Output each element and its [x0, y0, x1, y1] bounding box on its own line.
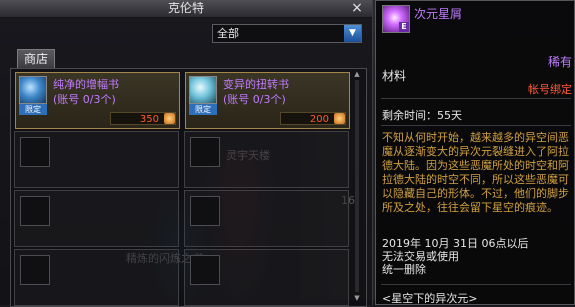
item-tooltip: E 次元星屑 稀有 材料 帐号绑定 剩余时间：55天 不知从何时开始，越来越多的… [375, 0, 575, 305]
window-title: 克伦特 [167, 1, 204, 15]
tooltip-remaining-time: 剩余时间：55天 [382, 109, 462, 122]
scroll-up-icon[interactable]: ▲ [353, 70, 361, 78]
tooltip-bind-status: 帐号绑定 [528, 83, 572, 96]
slot-box [190, 137, 220, 167]
shop-window: 克伦特 × 全部 ▼ 商店 灵宇天楼 16 精炼的闪炼之书 限定 纯净的增幅书 … [0, 0, 373, 307]
item-account-limit: (账号 0/3个) [223, 93, 286, 106]
dropdown-arrow-icon[interactable]: ▼ [344, 25, 361, 42]
item-grid-panel: 灵宇天楼 16 精炼的闪炼之书 限定 纯净的增幅书 (账号 0/3个) 350 … [10, 68, 367, 307]
stardust-icon: E [382, 5, 410, 33]
expiry-line: 2019年 10月 31日 06点以后 [382, 237, 529, 250]
item-account-limit: (账号 0/3个) [53, 93, 116, 106]
tooltip-source: <星空下的异次元> [382, 292, 478, 305]
limited-badge: 限定 [19, 104, 47, 115]
expiry-line: 无法交易或使用 [382, 250, 459, 263]
slot-box [20, 255, 50, 285]
slot-box [20, 196, 50, 226]
shop-item[interactable]: 限定 变异的扭转书 (账号 0/3个) 200 [185, 72, 350, 129]
tooltip-category: 材料 [382, 69, 407, 83]
limited-badge: 限定 [189, 104, 217, 115]
slot-box [190, 196, 220, 226]
tooltip-rarity: 稀有 [547, 55, 572, 69]
divider [381, 284, 571, 285]
amplify-book-icon [19, 76, 47, 104]
empty-item-slot[interactable] [184, 190, 349, 247]
empty-item-slot[interactable] [184, 249, 349, 306]
item-name: 变异的扭转书 [223, 78, 289, 91]
window-titlebar[interactable]: 克伦特 [0, 0, 372, 18]
slot-box [20, 137, 50, 167]
empty-item-slot[interactable] [14, 249, 179, 306]
tooltip-description: 不知从何时开始，越来越多的异空间恶魔从逐渐变大的异次元裂缝进入了阿拉德大陆。因为… [382, 131, 569, 214]
scrollbar[interactable]: ▲ ▼ [353, 70, 361, 302]
currency-icon [164, 113, 175, 124]
slot-box [190, 255, 220, 285]
scroll-down-icon[interactable]: ▼ [353, 294, 361, 302]
close-button[interactable]: × [350, 0, 364, 17]
expiry-line: 统一删除 [382, 263, 426, 276]
scroll-track[interactable] [355, 80, 359, 292]
tab-shop[interactable]: 商店 [17, 49, 55, 69]
empty-item-slot[interactable] [14, 131, 179, 188]
tooltip-item-name: 次元星屑 [414, 7, 463, 21]
currency-icon [334, 113, 345, 124]
filter-value: 全部 [217, 27, 239, 40]
empty-item-slot[interactable] [184, 131, 349, 188]
divider [381, 98, 571, 99]
empty-item-slot[interactable] [14, 190, 179, 247]
category-filter-select[interactable]: 全部 ▼ [212, 24, 362, 43]
item-name: 纯净的增幅书 [53, 78, 119, 91]
shop-item[interactable]: 限定 纯净的增幅书 (账号 0/3个) 350 [15, 72, 180, 129]
epic-marker: E [399, 22, 409, 32]
tooltip-expiry: 2019年 10月 31日 06点以后 无法交易或使用 统一删除 [382, 237, 572, 276]
divider [381, 125, 571, 126]
twist-book-icon [189, 76, 217, 104]
